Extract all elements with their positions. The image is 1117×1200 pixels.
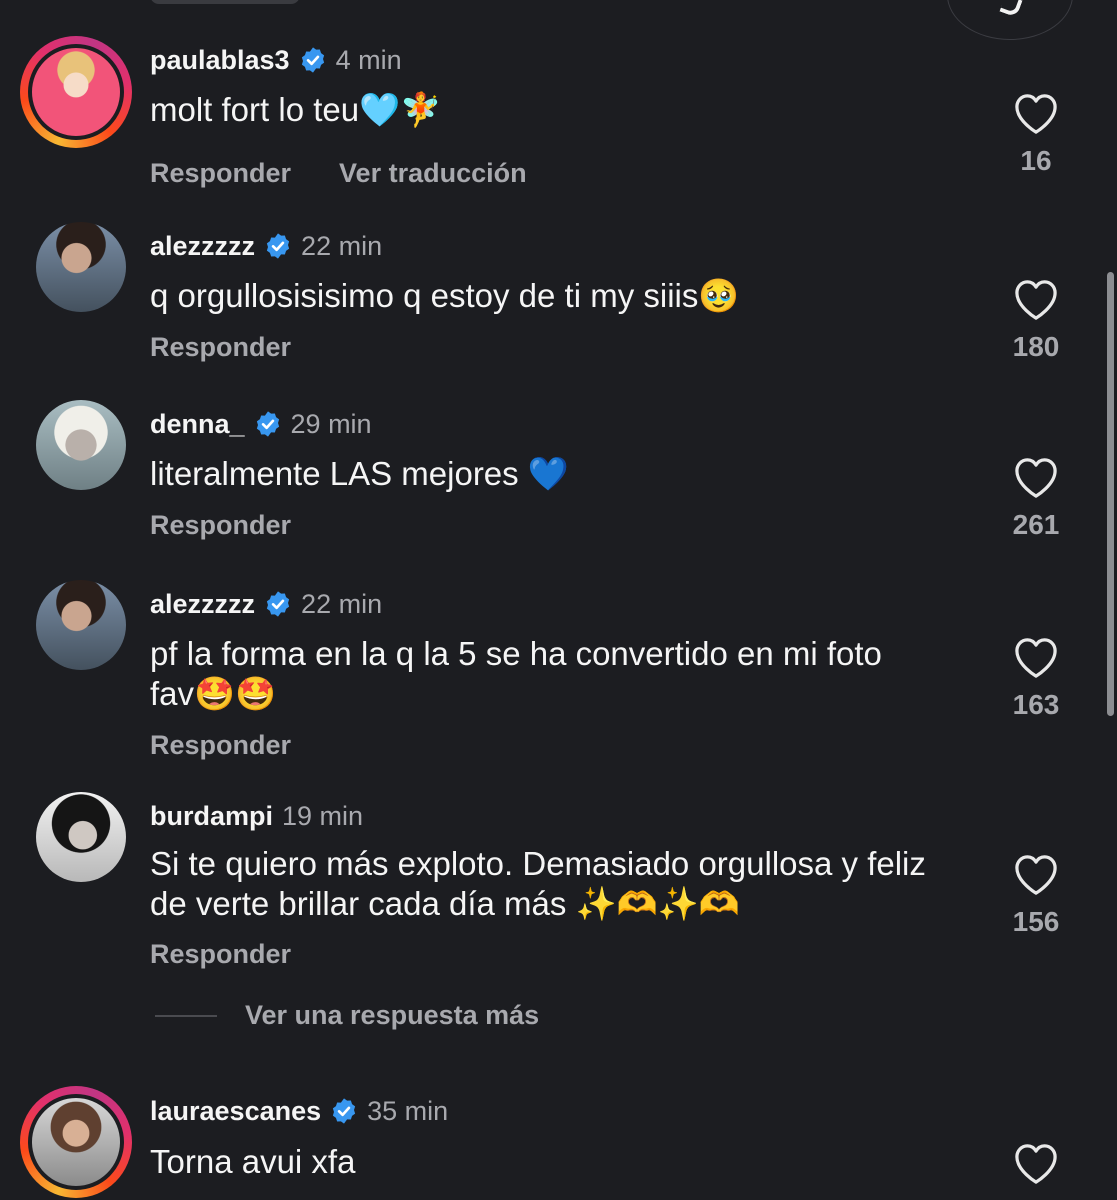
- comment-username[interactable]: burdampi: [150, 800, 273, 832]
- comment-username[interactable]: alezzzzz: [150, 230, 255, 262]
- comment-username[interactable]: denna_: [150, 408, 245, 440]
- floating-action-button[interactable]: [947, 0, 1073, 40]
- verified-badge-icon: [332, 1098, 356, 1124]
- reply-button[interactable]: Responder: [150, 332, 291, 363]
- scrollbar[interactable]: [1107, 272, 1114, 716]
- refresh-icon: [999, 0, 1023, 18]
- avatar: [36, 222, 126, 312]
- like-count: 156: [1012, 906, 1060, 937]
- like-count: 261: [1012, 509, 1060, 540]
- heart-icon[interactable]: [1013, 637, 1059, 679]
- comment-text: literalmente LAS mejores 💙: [150, 455, 569, 492]
- avatar: [36, 792, 126, 882]
- avatar-wrapper[interactable]: [20, 206, 132, 318]
- avatar-wrapper[interactable]: [20, 384, 132, 496]
- reply-button[interactable]: Responder: [150, 510, 291, 541]
- comment-username[interactable]: alezzzzz: [150, 588, 255, 620]
- avatar-story-ring[interactable]: [20, 1086, 132, 1198]
- view-more-replies-button[interactable]: Ver una respuesta más: [155, 1000, 539, 1031]
- avatar: [36, 400, 126, 490]
- comment-text: pf la forma en la q la 5 se ha convertid…: [150, 635, 882, 712]
- reply-button[interactable]: Responder: [150, 730, 291, 761]
- avatar: [28, 1094, 124, 1190]
- translate-button[interactable]: Ver traducción: [339, 158, 527, 189]
- comment-text: molt fort lo teu🩵🧚: [150, 91, 442, 128]
- like-count: 163: [1012, 689, 1060, 720]
- heart-icon[interactable]: [1013, 279, 1059, 321]
- reply-button[interactable]: Responder: [150, 939, 291, 970]
- comment-time: 29 min: [290, 409, 372, 439]
- heart-icon[interactable]: [1013, 457, 1059, 499]
- comment-time: 22 min: [301, 589, 383, 619]
- previous-comment-fade: [150, 0, 300, 4]
- comment-time: 19 min: [282, 801, 364, 831]
- verified-badge-icon: [301, 47, 324, 73]
- heart-icon[interactable]: [1013, 1143, 1059, 1185]
- verified-badge-icon: [266, 233, 290, 259]
- avatar: [28, 44, 124, 140]
- heart-icon[interactable]: [1013, 854, 1059, 896]
- comment-text: Torna avui xfa: [150, 1143, 356, 1180]
- heart-icon[interactable]: [1013, 93, 1059, 135]
- comment-time: 22 min: [301, 231, 383, 261]
- like-count: 16: [1020, 145, 1052, 176]
- verified-badge-icon: [256, 411, 279, 437]
- avatar-story-ring[interactable]: [20, 36, 132, 148]
- comment-text: Si te quiero más exploto. Demasiado orgu…: [150, 845, 926, 922]
- comment-username[interactable]: paulablas3: [150, 44, 290, 76]
- reply-button[interactable]: Responder: [150, 158, 291, 189]
- comment-text: q orgullosisisimo q estoy de ti my siiis…: [150, 277, 740, 314]
- like-count: 180: [1012, 331, 1060, 362]
- avatar: [36, 580, 126, 670]
- reply-thread-line: [155, 1014, 217, 1017]
- comment-time: 35 min: [367, 1096, 449, 1126]
- avatar-wrapper[interactable]: [20, 776, 132, 888]
- comment-username[interactable]: lauraescanes: [150, 1095, 321, 1127]
- verified-badge-icon: [266, 591, 290, 617]
- avatar-wrapper[interactable]: [20, 564, 132, 676]
- view-more-replies-label: Ver una respuesta más: [245, 1000, 540, 1030]
- comment-time: 4 min: [335, 45, 402, 75]
